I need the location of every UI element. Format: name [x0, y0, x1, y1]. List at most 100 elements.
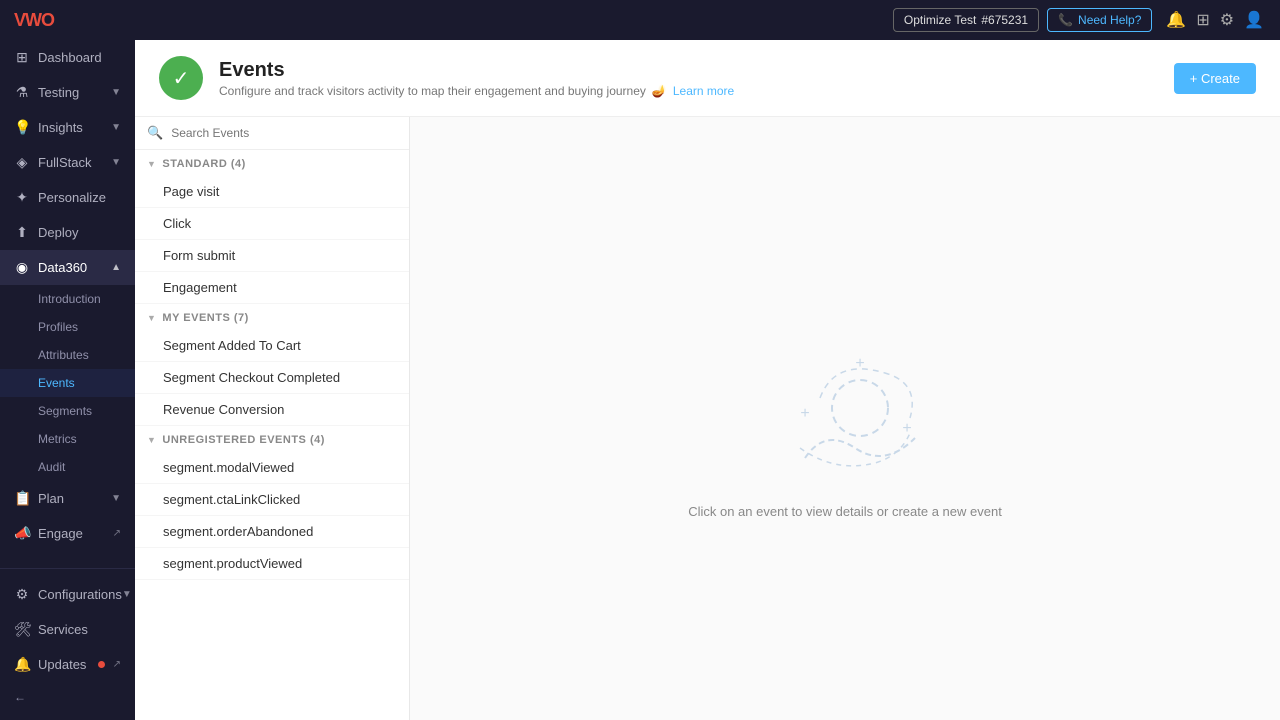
sidebar-sub-events[interactable]: Events [0, 369, 135, 397]
learn-more-link[interactable]: Learn more [673, 84, 734, 98]
optimize-label: Optimize Test [904, 13, 976, 27]
sub-item-label: Profiles [38, 320, 78, 334]
event-segment-checkout-completed[interactable]: Segment Checkout Completed [135, 362, 409, 394]
topbar: Optimize Test #675231 📞 Need Help? 🔔 ⊞ ⚙… [135, 0, 1280, 40]
subtitle-text: Configure and track visitors activity to… [219, 84, 646, 98]
sidebar-item-engage[interactable]: 📣 Engage ↗ [0, 516, 135, 551]
updates-icon: 🔔 [14, 656, 30, 673]
sidebar-item-dashboard[interactable]: ⊞ Dashboard [0, 40, 135, 75]
engage-icon: 📣 [14, 525, 30, 542]
sidebar-item-updates[interactable]: 🔔 Updates ↗ [0, 647, 135, 682]
sidebar-item-services[interactable]: 🛠 Services [0, 612, 135, 647]
sidebar-item-insights[interactable]: 💡 Insights ▼ [0, 110, 135, 145]
collapse-icon: ▼ [147, 435, 156, 445]
event-segment-added-to-cart[interactable]: Segment Added To Cart [135, 330, 409, 362]
sidebar-sub-introduction[interactable]: Introduction [0, 285, 135, 313]
page-header: ✓ Events Configure and track visitors ac… [135, 40, 1280, 117]
phone-icon: 📞 [1058, 13, 1073, 27]
notifications-icon[interactable]: 🔔 [1166, 10, 1186, 30]
section-label: STANDARD (4) [162, 158, 245, 170]
sidebar-item-fullstack[interactable]: ◈ FullStack ▼ [0, 145, 135, 180]
standard-section-header[interactable]: ▼ STANDARD (4) [135, 150, 409, 176]
vwo-logo: VWO [14, 10, 54, 31]
sidebar-item-configurations[interactable]: ⚙ Configurations ▼ [0, 577, 135, 612]
collapse-icon: ▼ [147, 159, 156, 169]
standard-section: ▼ STANDARD (4) Page visit Click Form sub… [135, 150, 409, 304]
empty-state: + + + Click on an event to view details … [688, 318, 1002, 519]
sidebar-footer: ⚙ Configurations ▼ 🛠 Services 🔔 Updates … [0, 568, 135, 720]
sidebar-item-label: Personalize [38, 190, 106, 205]
sub-item-label: Attributes [38, 348, 89, 362]
search-icon: 🔍 [147, 125, 163, 141]
sidebar-item-testing[interactable]: ⚗ Testing ▼ [0, 75, 135, 110]
sidebar-nav: ⊞ Dashboard ⚗ Testing ▼ 💡 Insights ▼ ◈ F… [0, 40, 135, 568]
right-panel: + + + Click on an event to view details … [410, 117, 1280, 720]
external-link-icon: ↗ [113, 659, 121, 670]
configurations-icon: ⚙ [14, 586, 30, 603]
updates-badge [98, 661, 105, 668]
event-engagement[interactable]: Engagement [135, 272, 409, 304]
sub-item-label: Introduction [38, 292, 101, 306]
sidebar-item-label: Data360 [38, 260, 87, 275]
logo-area: VWO [0, 0, 135, 40]
sidebar-item-label: Engage [38, 526, 83, 541]
sidebar-item-label: Services [38, 622, 88, 637]
chevron-down-icon: ▼ [122, 589, 132, 600]
sidebar-item-label: Updates [38, 657, 86, 672]
event-modal-viewed[interactable]: segment.modalViewed [135, 452, 409, 484]
insights-icon: 💡 [14, 119, 30, 136]
page-icon: ✓ [159, 56, 203, 100]
my-events-section-header[interactable]: ▼ MY EVENTS (7) [135, 304, 409, 330]
main-area: Optimize Test #675231 📞 Need Help? 🔔 ⊞ ⚙… [135, 0, 1280, 720]
event-form-submit[interactable]: Form submit [135, 240, 409, 272]
sidebar-sub-metrics[interactable]: Metrics [0, 425, 135, 453]
empty-state-text: Click on an event to view details or cre… [688, 504, 1002, 519]
data360-icon: ◉ [14, 259, 30, 276]
create-button[interactable]: + Create [1174, 63, 1256, 94]
settings-icon[interactable]: ⚙ [1220, 10, 1234, 30]
page-header-left: ✓ Events Configure and track visitors ac… [159, 56, 734, 100]
user-avatar[interactable]: 👤 [1244, 10, 1264, 30]
search-input[interactable] [171, 126, 397, 140]
sidebar-item-data360[interactable]: ◉ Data360 ▲ [0, 250, 135, 285]
fullstack-icon: ◈ [14, 154, 30, 171]
optimize-id: #675231 [981, 13, 1028, 27]
optimize-test-button[interactable]: Optimize Test #675231 [893, 8, 1039, 32]
sidebar-item-label: Configurations [38, 587, 122, 602]
sidebar-sub-audit[interactable]: Audit [0, 453, 135, 481]
chevron-down-icon: ▼ [111, 157, 121, 168]
lamp-icon: 🪔 [652, 84, 667, 98]
need-help-button[interactable]: 📞 Need Help? [1047, 8, 1152, 32]
my-events-section: ▼ MY EVENTS (7) Segment Added To Cart Se… [135, 304, 409, 426]
event-order-abandoned[interactable]: segment.orderAbandoned [135, 516, 409, 548]
plan-icon: 📋 [14, 490, 30, 507]
sub-item-label: Events [38, 376, 75, 390]
unregistered-section-header[interactable]: ▼ UNREGISTERED EVENTS (4) [135, 426, 409, 452]
sidebar-sub-attributes[interactable]: Attributes [0, 341, 135, 369]
sidebar-item-personalize[interactable]: ✦ Personalize [0, 180, 135, 215]
sidebar-item-plan[interactable]: 📋 Plan ▼ [0, 481, 135, 516]
sidebar-sub-profiles[interactable]: Profiles [0, 313, 135, 341]
chevron-down-icon: ▼ [111, 122, 121, 133]
event-revenue-conversion[interactable]: Revenue Conversion [135, 394, 409, 426]
sidebar-item-label: FullStack [38, 155, 91, 170]
empty-illustration: + + + [745, 318, 945, 488]
section-label: MY EVENTS (7) [162, 312, 248, 324]
event-click[interactable]: Click [135, 208, 409, 240]
sidebar-back-button[interactable]: ← [0, 682, 135, 712]
deploy-icon: ⬆ [14, 224, 30, 241]
sidebar-item-deploy[interactable]: ⬆ Deploy [0, 215, 135, 250]
content-area: ✓ Events Configure and track visitors ac… [135, 40, 1280, 720]
event-product-viewed[interactable]: segment.productViewed [135, 548, 409, 580]
search-bar: 🔍 [135, 117, 409, 150]
collapse-icon: ▼ [147, 313, 156, 323]
page-title-group: Events Configure and track visitors acti… [219, 59, 734, 98]
sidebar-sub-segments[interactable]: Segments [0, 397, 135, 425]
chevron-down-icon: ▼ [111, 87, 121, 98]
event-cta-link-clicked[interactable]: segment.ctaLinkClicked [135, 484, 409, 516]
unregistered-events-section: ▼ UNREGISTERED EVENTS (4) segment.modalV… [135, 426, 409, 580]
event-page-visit[interactable]: Page visit [135, 176, 409, 208]
sidebar-item-label: Plan [38, 491, 64, 506]
sidebar-item-label: Testing [38, 85, 79, 100]
apps-icon[interactable]: ⊞ [1196, 10, 1209, 30]
